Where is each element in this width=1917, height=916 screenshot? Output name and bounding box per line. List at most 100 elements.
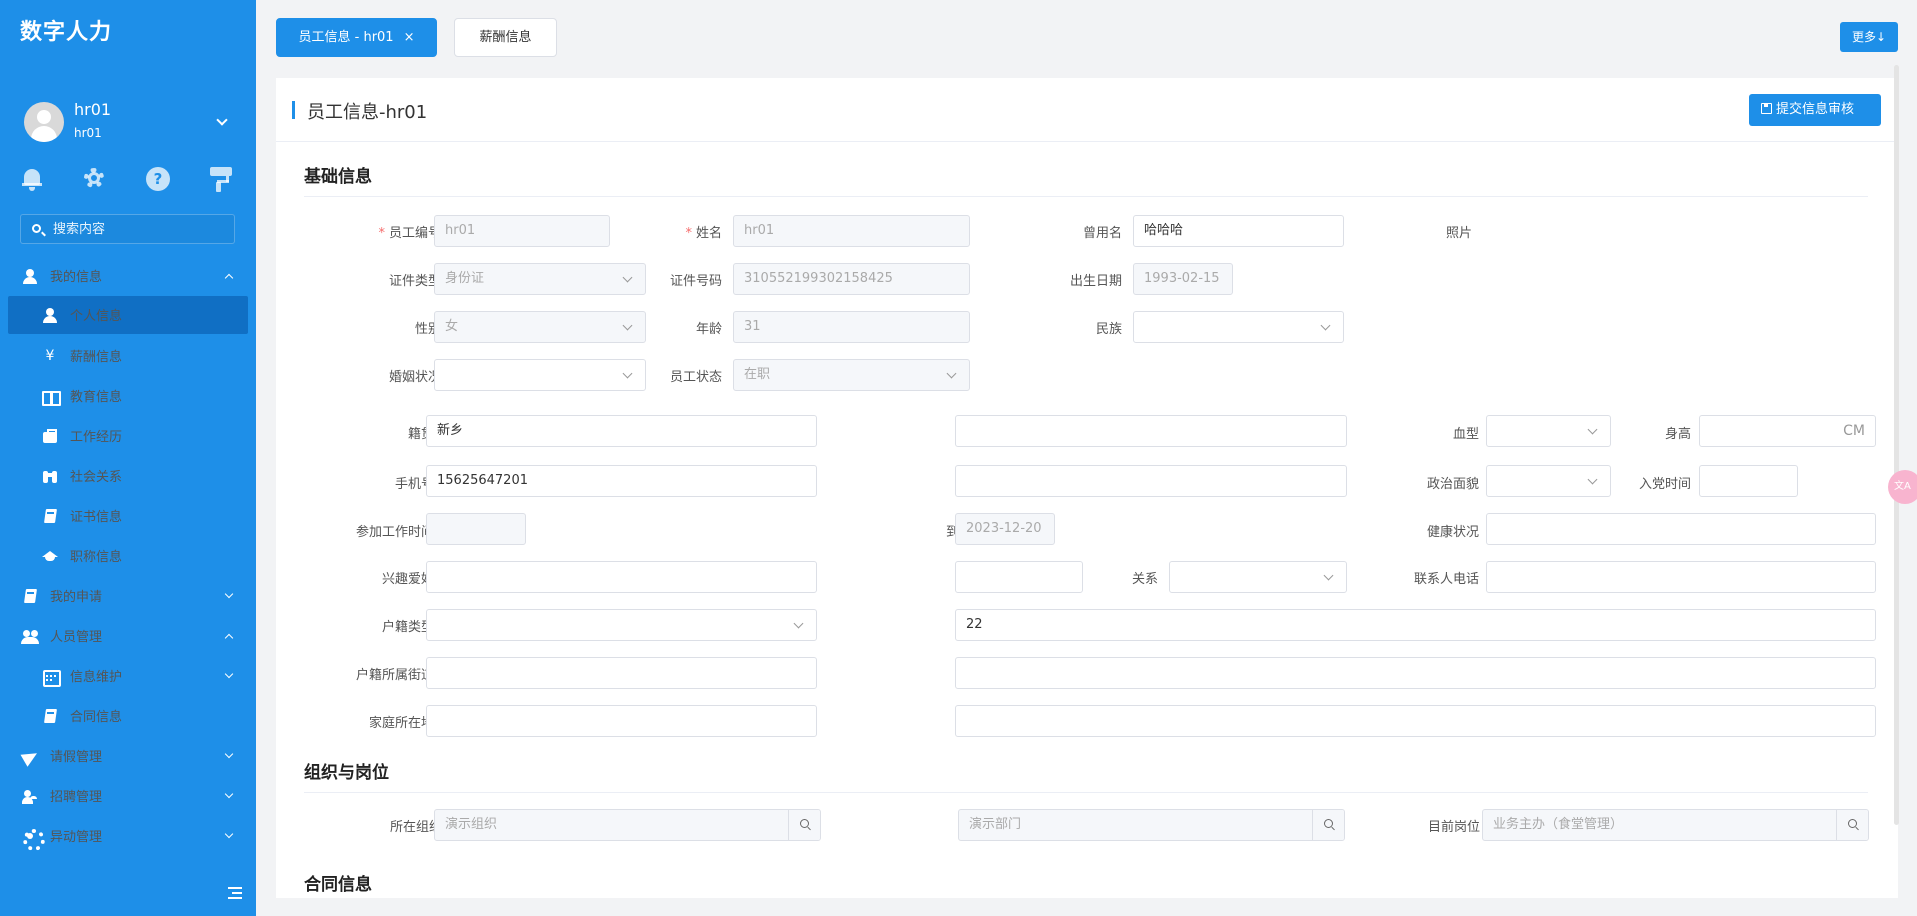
sidebar-tools: ? xyxy=(20,166,240,194)
ethnic-select[interactable] xyxy=(1133,311,1344,343)
sidebar-item-transfer-management[interactable]: 异动管理 xyxy=(8,817,248,855)
submit-review-button[interactable]: 提交信息审核 xyxy=(1749,94,1881,126)
more-button[interactable]: 更多↓ xyxy=(1840,22,1898,52)
height-field[interactable]: CM xyxy=(1699,415,1876,447)
emp-no-field[interactable]: hr01 xyxy=(434,215,610,247)
sidebar-item-label: 我的信息 xyxy=(50,270,103,285)
party-date-field[interactable] xyxy=(1699,465,1798,497)
collapse-menu-icon[interactable] xyxy=(226,886,244,902)
sidebar-item-recruitment[interactable]: 招聘管理 xyxy=(8,777,248,815)
label-gender: 性别 xyxy=(414,322,441,337)
sidebar-item-label: 教育信息 xyxy=(70,390,123,405)
sidebar-item-info-maintenance[interactable]: 信息维护 xyxy=(8,657,248,695)
hukou-place-field[interactable]: 22 xyxy=(955,609,1876,641)
search-icon xyxy=(32,224,41,233)
name-field[interactable]: hr01 xyxy=(733,215,970,247)
political-select[interactable] xyxy=(1486,465,1611,497)
sidebar-item-contract-info[interactable]: 合同信息 xyxy=(8,697,248,735)
tab-employee-info[interactable]: 员工信息 - hr01 × xyxy=(276,18,437,57)
paint-roller-icon[interactable] xyxy=(210,166,234,192)
work-start-field[interactable] xyxy=(426,513,526,545)
chevron-up-icon xyxy=(224,273,234,283)
sidebar-item-label: 证书信息 xyxy=(70,510,123,525)
save-icon xyxy=(1761,103,1772,114)
label-org: 所在组织 xyxy=(389,820,442,835)
hobby-field[interactable] xyxy=(426,561,817,593)
search-icon[interactable] xyxy=(1836,810,1868,840)
contact-phone-field[interactable] xyxy=(1486,561,1876,593)
label-used-name: 曾用名 xyxy=(1082,226,1122,241)
sidebar-item-leave-management[interactable]: 请假管理 xyxy=(8,737,248,775)
sidebar-item-titles[interactable]: 职称信息 xyxy=(8,537,248,575)
age-field[interactable]: 31 xyxy=(733,311,970,343)
dept-field[interactable]: 演示部门 xyxy=(958,809,1345,841)
briefcase-icon xyxy=(42,428,58,444)
id-type-select[interactable]: 身份证 xyxy=(434,263,646,295)
user-icon xyxy=(22,268,38,284)
mobile-field[interactable]: 15625647201 xyxy=(426,465,817,497)
user-menu[interactable]: hr01 hr01 xyxy=(24,100,244,146)
sidebar-item-label: 人员管理 xyxy=(50,630,103,645)
join-date-field[interactable]: 2023-12-20 xyxy=(955,513,1055,545)
tab-label: 员工信息 - hr01 xyxy=(298,30,394,45)
sidebar-item-my-applications[interactable]: 我的申请 xyxy=(8,577,248,615)
search-input[interactable] xyxy=(53,219,228,239)
emergency-field[interactable] xyxy=(955,561,1083,593)
home-place-field[interactable] xyxy=(426,705,817,737)
hukou-addr-field[interactable] xyxy=(955,657,1876,689)
help-icon[interactable]: ? xyxy=(146,166,170,192)
sidebar-item-label: 社会关系 xyxy=(70,470,123,485)
sidebar-item-social-relations[interactable]: 社会关系 xyxy=(8,457,248,495)
emp-status-select[interactable]: 在职 xyxy=(733,359,970,391)
used-name-field[interactable]: 哈哈哈 xyxy=(1133,215,1344,247)
scrollbar[interactable] xyxy=(1894,65,1899,825)
hukou-type-select[interactable] xyxy=(426,609,817,641)
email-field[interactable] xyxy=(955,465,1347,497)
label-photo: 照片 xyxy=(1445,226,1472,241)
hukou-street-field[interactable] xyxy=(426,657,817,689)
label-id-type: 证件类型 xyxy=(388,274,441,289)
label-name: * 姓名 xyxy=(685,226,722,241)
label-work-start: 参加工作时间 xyxy=(355,525,434,540)
birthplace-field[interactable] xyxy=(955,415,1347,447)
home-addr-field[interactable] xyxy=(955,705,1876,737)
relation-select[interactable] xyxy=(1169,561,1347,593)
label-ethnic: 民族 xyxy=(1095,322,1122,337)
health-field[interactable] xyxy=(1486,513,1876,545)
blood-select[interactable] xyxy=(1486,415,1611,447)
label-hobby: 兴趣爱好 xyxy=(381,572,434,587)
gear-icon[interactable] xyxy=(82,166,106,192)
sidebar-item-label: 工作经历 xyxy=(70,430,123,445)
chevron-down-icon xyxy=(224,589,234,599)
bell-icon[interactable] xyxy=(20,166,44,192)
search-icon[interactable] xyxy=(788,810,820,840)
birth-date-field[interactable]: 1993-02-15 xyxy=(1133,263,1233,295)
chevron-up-icon xyxy=(224,633,234,643)
label-age: 年龄 xyxy=(695,322,722,337)
search-icon[interactable] xyxy=(1312,810,1344,840)
native-field[interactable]: 新乡 xyxy=(426,415,817,447)
chevron-down-icon[interactable] xyxy=(216,114,228,126)
gender-select[interactable]: 女 xyxy=(434,311,646,343)
sidebar-item-salary-info[interactable]: ¥ 薪酬信息 xyxy=(8,337,248,375)
sidebar-item-label: 个人信息 xyxy=(70,309,123,324)
marital-select[interactable] xyxy=(434,359,646,391)
org-field[interactable]: 演示组织 xyxy=(434,809,821,841)
chevron-down-icon xyxy=(224,829,234,839)
sidebar-item-my-info[interactable]: 我的信息 xyxy=(8,257,248,295)
translate-icon[interactable]: 文A xyxy=(1888,470,1917,504)
send-icon xyxy=(22,748,38,764)
sidebar-item-staff-management[interactable]: 人员管理 xyxy=(8,617,248,655)
sidebar-item-education-info[interactable]: 教育信息 xyxy=(8,377,248,415)
post-field[interactable]: 业务主办（食堂管理） xyxy=(1482,809,1869,841)
sidebar-item-personal-info[interactable]: 个人信息 xyxy=(8,296,248,334)
sidebar-item-work-history[interactable]: 工作经历 xyxy=(8,417,248,455)
id-no-field[interactable]: 310552199302158425 xyxy=(733,263,970,295)
sidebar-item-certificates[interactable]: 证书信息 xyxy=(8,497,248,535)
label-height: 身高 xyxy=(1664,427,1691,442)
cog-icon xyxy=(22,828,45,851)
tab-salary-info[interactable]: 薪酬信息 xyxy=(454,18,557,57)
close-icon[interactable]: × xyxy=(404,19,415,56)
book-icon xyxy=(22,588,38,604)
chevron-down-icon xyxy=(224,789,234,799)
